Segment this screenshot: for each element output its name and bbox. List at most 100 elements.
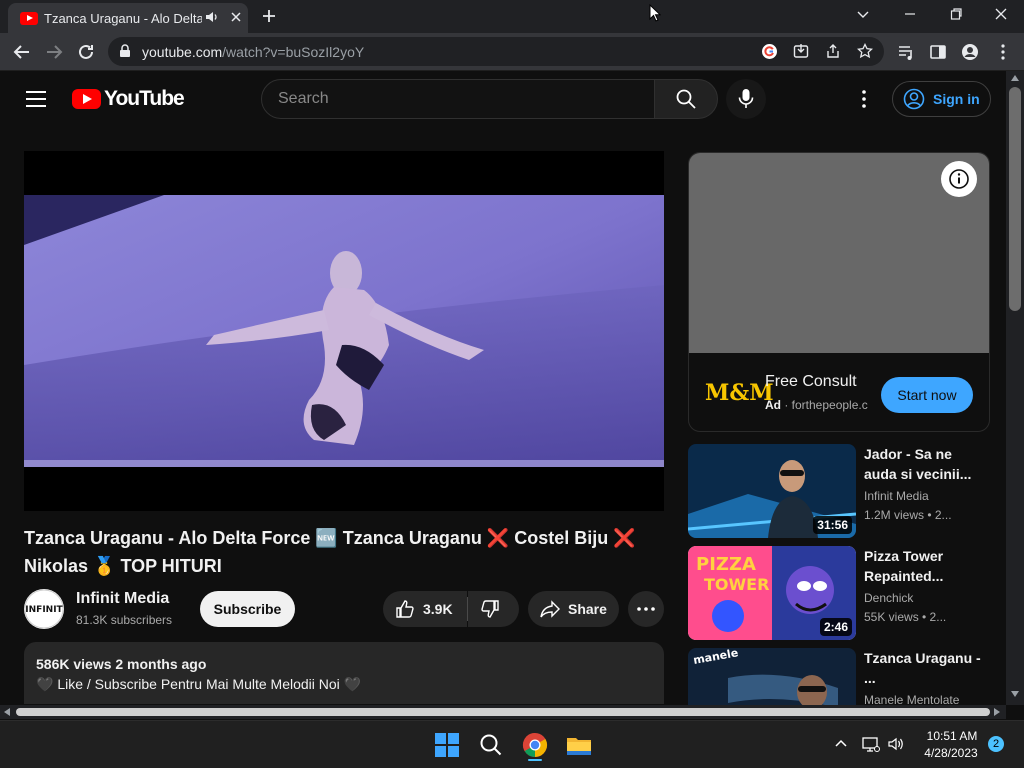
video-frame	[24, 195, 664, 467]
youtube-logo-text: YouTube	[104, 87, 185, 110]
thumbs-up-icon	[396, 600, 414, 618]
microphone-icon	[738, 89, 754, 108]
url-host: youtube.com	[142, 44, 223, 60]
channel-avatar[interactable]: INFINIT	[24, 589, 64, 629]
speaker-icon[interactable]	[205, 10, 219, 24]
search-button[interactable]	[654, 79, 718, 119]
ad-cta-button[interactable]: Start now	[881, 377, 973, 413]
notification-badge[interactable]: 2	[988, 736, 1004, 752]
svg-text:PIZZA: PIZZA	[696, 554, 756, 575]
share-page-icon[interactable]	[825, 43, 841, 59]
search-input[interactable]	[278, 88, 638, 110]
vertical-scrollbar[interactable]	[1006, 71, 1024, 705]
horizontal-scrollbar[interactable]	[0, 705, 1006, 719]
video-thumbnail: PIZZA TOWER 2:46	[688, 546, 856, 640]
file-explorer-icon[interactable]	[563, 729, 595, 761]
chrome-taskbar-icon[interactable]	[519, 729, 551, 761]
recommended-meta: 55K views • 2...	[864, 610, 947, 624]
svg-text:INFINIT: INFINIT	[25, 605, 63, 615]
video-thumbnail: 31:56	[688, 444, 856, 538]
recommended-title: Jador - Sa ne auda si vecinii...	[864, 446, 972, 482]
network-icon[interactable]	[862, 735, 880, 753]
show-hidden-icons-chevron-up-icon[interactable]	[834, 737, 848, 751]
clock-date[interactable]: 4/28/2023	[916, 746, 986, 760]
mouse-cursor-icon	[649, 4, 661, 22]
recommended-channel: Denchick	[864, 591, 914, 605]
media-control-icon[interactable]	[897, 43, 915, 61]
google-lens-icon[interactable]	[761, 43, 778, 60]
address-bar[interactable]: youtube.com/watch?v=buSozIl2yoY	[108, 37, 884, 66]
recommended-video[interactable]: manele Tzanca Uraganu - ... Manele Mento…	[688, 648, 998, 705]
bookmark-star-icon[interactable]	[857, 43, 873, 59]
back-arrow-icon[interactable]	[13, 43, 31, 61]
ad-domain: forthepeople.c	[791, 398, 868, 412]
recommended-title: Pizza Tower Repainted...	[864, 548, 944, 584]
vertical-scroll-thumb[interactable]	[1009, 87, 1021, 311]
account-circle-icon	[903, 88, 925, 110]
browser-tab[interactable]: Tzanca Uraganu - Alo Delta Force	[8, 3, 248, 33]
settings-kebab-icon[interactable]	[852, 89, 876, 109]
advertiser-logo: M&M	[705, 373, 774, 413]
volume-icon[interactable]	[887, 735, 905, 753]
hamburger-menu-icon[interactable]	[26, 91, 46, 107]
scroll-down-arrow-icon[interactable]	[1011, 691, 1019, 697]
clock-time[interactable]: 10:51 AM	[922, 729, 982, 743]
svg-text:TOWER: TOWER	[704, 575, 769, 594]
sign-in-button[interactable]: Sign in	[892, 81, 991, 117]
search-icon	[676, 89, 696, 109]
new-tab-plus-icon[interactable]	[261, 8, 277, 24]
like-button[interactable]: 3.9K	[383, 591, 467, 627]
restore-window-icon[interactable]	[949, 7, 963, 21]
recommended-channel: Infinit Media	[864, 489, 929, 503]
forward-arrow-icon[interactable]	[45, 43, 63, 61]
windows-start-icon[interactable]	[431, 729, 463, 761]
horizontal-scroll-thumb[interactable]	[16, 708, 990, 716]
tab-title: Tzanca Uraganu - Alo Delta Force	[44, 11, 202, 26]
video-duration: 2:46	[819, 618, 852, 636]
profile-avatar-icon[interactable]	[961, 43, 979, 61]
tab-search-chevron-down-icon[interactable]	[856, 7, 870, 21]
recommended-video[interactable]: PIZZA TOWER 2:46 Pizza Tower Repainted..…	[688, 546, 998, 640]
ad-info-button[interactable]	[941, 161, 977, 197]
recommended-video[interactable]: 31:56 Jador - Sa ne auda si vecinii... I…	[688, 444, 998, 538]
side-panel-icon[interactable]	[929, 43, 947, 61]
ad-card[interactable]: M&M Free Consult Ad · forthepeople.c Sta…	[688, 152, 990, 432]
url-path: /watch?v=buSozIl2yoY	[222, 44, 365, 60]
youtube-favicon-icon	[20, 12, 38, 25]
voice-search-button[interactable]	[726, 79, 766, 119]
subscriber-count: 81.3K subscribers	[76, 613, 173, 627]
view-count-date: 586K views 2 months ago	[36, 656, 207, 672]
dislike-button[interactable]	[468, 591, 519, 627]
video-player[interactable]	[24, 151, 664, 511]
tab-close-icon[interactable]	[230, 11, 242, 23]
close-window-icon[interactable]	[994, 7, 1008, 21]
url-text: youtube.com/watch?v=buSozIl2yoY	[142, 44, 364, 60]
ad-label: Ad	[765, 398, 781, 412]
channel-name[interactable]: Infinit Media	[76, 590, 169, 608]
thumbs-down-icon	[481, 600, 499, 618]
info-icon	[949, 169, 969, 189]
minimize-icon[interactable]	[903, 7, 917, 21]
lock-icon[interactable]	[119, 44, 131, 58]
description-text: 🖤 Like / Subscribe Pentru Mai Multe Melo…	[36, 676, 362, 692]
scroll-right-arrow-icon[interactable]	[994, 708, 1000, 716]
taskbar-search-icon[interactable]	[475, 729, 507, 761]
recommended-channel: Manele Mentolate	[864, 693, 960, 705]
recommended-meta: 1.2M views • 2...	[864, 508, 952, 522]
reload-icon[interactable]	[77, 43, 95, 61]
scroll-up-arrow-icon[interactable]	[1011, 75, 1019, 81]
share-button[interactable]: Share	[528, 591, 619, 627]
share-arrow-icon	[540, 600, 560, 618]
youtube-play-logo-icon	[72, 89, 101, 109]
scroll-left-arrow-icon[interactable]	[4, 708, 10, 716]
browser-toolbar: youtube.com/watch?v=buSozIl2yoY	[0, 33, 1024, 71]
video-thumbnail: manele	[688, 648, 856, 705]
recommended-title: Tzanca Uraganu - ...	[864, 650, 981, 686]
subscribe-button[interactable]: Subscribe	[200, 591, 295, 627]
install-app-icon[interactable]	[793, 43, 809, 59]
description-box[interactable]: 586K views 2 months ago 🖤 Like / Subscri…	[24, 642, 664, 704]
more-actions-button[interactable]	[628, 591, 664, 627]
ad-title: Free Consult	[765, 373, 857, 390]
like-count: 3.9K	[423, 601, 453, 617]
chrome-menu-kebab-icon[interactable]	[994, 43, 1012, 61]
